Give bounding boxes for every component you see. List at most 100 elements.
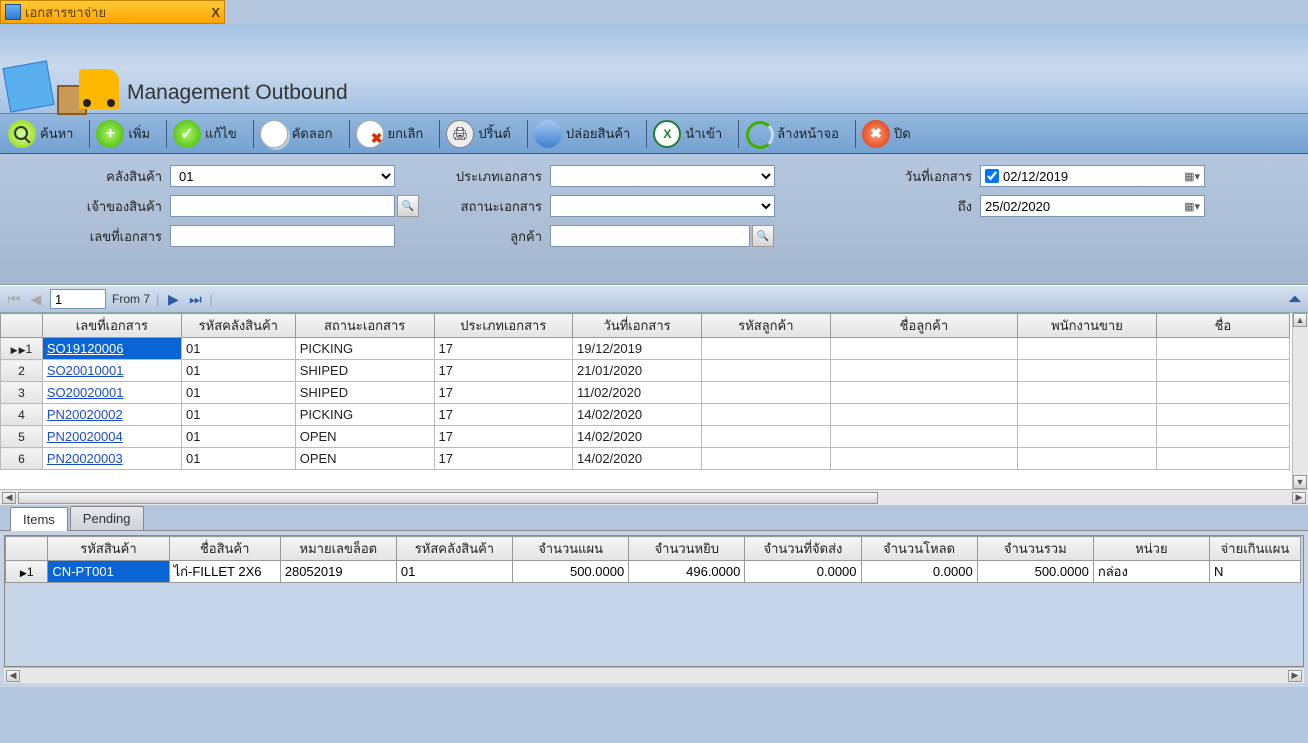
- window-icon: [5, 4, 21, 20]
- copy-button[interactable]: คัดลอก: [258, 118, 341, 150]
- scroll-up-icon[interactable]: ▲: [1293, 313, 1307, 327]
- docdate-label: วันที่เอกสาร: [850, 166, 980, 187]
- detail-grid[interactable]: รหัสสินค้าชื่อสินค้าหมายเลขล็อตรหัสคลังส…: [4, 535, 1304, 667]
- docno-input[interactable]: [170, 225, 395, 247]
- date-to-input[interactable]: 25/02/2020 ▦▾: [980, 195, 1205, 217]
- scroll-right-icon[interactable]: ▶: [1288, 670, 1302, 682]
- column-header[interactable]: รหัสสินค้า: [48, 537, 169, 561]
- doc-link[interactable]: SO20020001: [47, 385, 124, 400]
- column-header[interactable]: จำนวนโหลด: [861, 537, 977, 561]
- printer-icon: 🖨: [446, 120, 474, 148]
- scroll-thumb[interactable]: [18, 492, 878, 504]
- table-row[interactable]: ▶1SO1912000601PICKING1719/12/2019: [1, 338, 1290, 360]
- close-icon[interactable]: X: [211, 5, 220, 20]
- pager-last-button[interactable]: ⏭: [187, 291, 203, 307]
- pager-first-button[interactable]: ⏮: [6, 291, 22, 307]
- table-row[interactable]: 2SO2001000101SHIPED1721/01/2020: [1, 360, 1290, 382]
- pager-next-button[interactable]: ▶: [165, 291, 181, 307]
- docstatus-label: สถานะเอกสาร: [430, 196, 550, 217]
- customer-lookup-button[interactable]: 🔍: [752, 225, 774, 247]
- photos-icon: [2, 60, 54, 112]
- horizontal-scrollbar[interactable]: ◀ ▶: [0, 489, 1308, 505]
- column-header[interactable]: จ่ายเกินแผน: [1209, 537, 1300, 561]
- pager-page-input[interactable]: [50, 289, 106, 309]
- column-header[interactable]: หน่วย: [1093, 537, 1209, 561]
- scroll-right-icon[interactable]: ▶: [1292, 492, 1306, 504]
- detail-tabs: Items Pending: [0, 505, 1308, 531]
- column-header[interactable]: รหัสคลังสินค้า: [181, 314, 295, 338]
- logo: [6, 64, 119, 109]
- date-from-checkbox[interactable]: [985, 169, 999, 183]
- customer-label: ลูกค้า: [430, 226, 550, 247]
- main-grid[interactable]: เลขที่เอกสารรหัสคลังสินค้าสถานะเอกสารประ…: [0, 313, 1308, 489]
- column-header[interactable]: ชื่อลูกค้า: [830, 314, 1018, 338]
- print-button[interactable]: 🖨ปริ้นต์: [444, 118, 519, 150]
- excel-icon: X: [653, 120, 681, 148]
- import-button[interactable]: Xนำเข้า: [651, 118, 730, 150]
- copy-icon: [260, 120, 288, 148]
- column-header[interactable]: จำนวนแผน: [513, 537, 629, 561]
- toolbar: ค้นหา +เพิ่ม ✓แก้ไข คัดลอก ยกเลิก 🖨ปริ้น…: [0, 114, 1308, 154]
- column-header[interactable]: จำนวนรวม: [977, 537, 1093, 561]
- column-header[interactable]: ประเภทเอกสาร: [434, 314, 573, 338]
- warehouse-select[interactable]: 01: [170, 165, 395, 187]
- column-header[interactable]: จำนวนที่จัดส่ง: [745, 537, 861, 561]
- cancel-icon: [356, 120, 384, 148]
- doc-link[interactable]: SO20010001: [47, 363, 124, 378]
- clear-button[interactable]: ล้างหน้าจอ: [743, 118, 847, 150]
- table-row[interactable]: 3SO2002000101SHIPED1711/02/2020: [1, 382, 1290, 404]
- owner-input[interactable]: [170, 195, 395, 217]
- detail-horizontal-scrollbar[interactable]: ◀ ▶: [4, 667, 1304, 683]
- calendar-icon[interactable]: ▦▾: [1184, 170, 1200, 183]
- cancel-button[interactable]: ยกเลิก: [354, 118, 432, 150]
- column-header[interactable]: จำนวนหยิบ: [629, 537, 745, 561]
- table-row[interactable]: 6PN2002000301OPEN1714/02/2020: [1, 448, 1290, 470]
- doc-link[interactable]: PN20020002: [47, 407, 123, 422]
- docstatus-select[interactable]: [550, 195, 775, 217]
- vertical-scrollbar[interactable]: ▲ ▼: [1292, 313, 1308, 489]
- calendar-icon[interactable]: ▦▾: [1184, 200, 1200, 213]
- header: Management Outbound: [0, 24, 1308, 114]
- table-row[interactable]: 4PN2002000201PICKING1714/02/2020: [1, 404, 1290, 426]
- column-header[interactable]: พนักงานขาย: [1018, 314, 1157, 338]
- scroll-down-icon[interactable]: ▼: [1293, 475, 1307, 489]
- column-header[interactable]: วันที่เอกสาร: [573, 314, 702, 338]
- forklift-icon: [79, 69, 119, 109]
- close-button[interactable]: ✖ปิด: [860, 118, 919, 150]
- add-button[interactable]: +เพิ่ม: [94, 118, 158, 150]
- pager-prev-button[interactable]: ◀: [28, 291, 44, 307]
- doc-link[interactable]: SO19120006: [47, 341, 124, 356]
- tab-pending[interactable]: Pending: [70, 506, 144, 530]
- scroll-left-icon[interactable]: ◀: [2, 492, 16, 504]
- release-button[interactable]: ปล่อยสินค้า: [532, 118, 638, 150]
- filter-panel: คลังสินค้า 01 เจ้าของสินค้า 🔍 เลขที่เอกส…: [0, 154, 1308, 285]
- tab-items[interactable]: Items: [10, 507, 68, 531]
- refresh-icon: [745, 120, 773, 148]
- table-row[interactable]: 5PN2002000401OPEN1714/02/2020: [1, 426, 1290, 448]
- column-header[interactable]: สถานะเอกสาร: [295, 314, 434, 338]
- scroll-left-icon[interactable]: ◀: [6, 670, 20, 682]
- doc-link[interactable]: PN20020003: [47, 451, 123, 466]
- column-header[interactable]: เลขที่เอกสาร: [42, 314, 181, 338]
- owner-lookup-button[interactable]: 🔍: [397, 195, 419, 217]
- search-button[interactable]: ค้นหา: [6, 118, 81, 150]
- doctype-select[interactable]: [550, 165, 775, 187]
- expand-icon[interactable]: ⏶: [1288, 289, 1302, 310]
- column-header[interactable]: รหัสคลังสินค้า: [396, 537, 512, 561]
- edit-button[interactable]: ✓แก้ไข: [171, 118, 245, 150]
- column-header[interactable]: หมายเลขล็อต: [280, 537, 396, 561]
- pager: ⏮ ◀ From 7 | ▶ ⏭ | ⏶: [0, 285, 1308, 313]
- column-header[interactable]: ชื่อ: [1156, 314, 1289, 338]
- date-to-label: ถึง: [850, 196, 980, 217]
- plus-icon: +: [96, 120, 124, 148]
- owner-label: เจ้าของสินค้า: [10, 196, 170, 217]
- date-from-input[interactable]: 02/12/2019 ▦▾: [980, 165, 1205, 187]
- search-icon: [8, 120, 36, 148]
- table-row[interactable]: ▶1CN-PT001ไก่-FILLET 2X62805201901500.00…: [6, 561, 1301, 583]
- warehouse-label: คลังสินค้า: [10, 166, 170, 187]
- column-header[interactable]: รหัสลูกค้า: [702, 314, 830, 338]
- doc-link[interactable]: PN20020004: [47, 429, 123, 444]
- customer-input[interactable]: [550, 225, 750, 247]
- column-header[interactable]: ชื่อสินค้า: [169, 537, 280, 561]
- window-tab[interactable]: เอกสารขาจ่าย X: [0, 0, 225, 24]
